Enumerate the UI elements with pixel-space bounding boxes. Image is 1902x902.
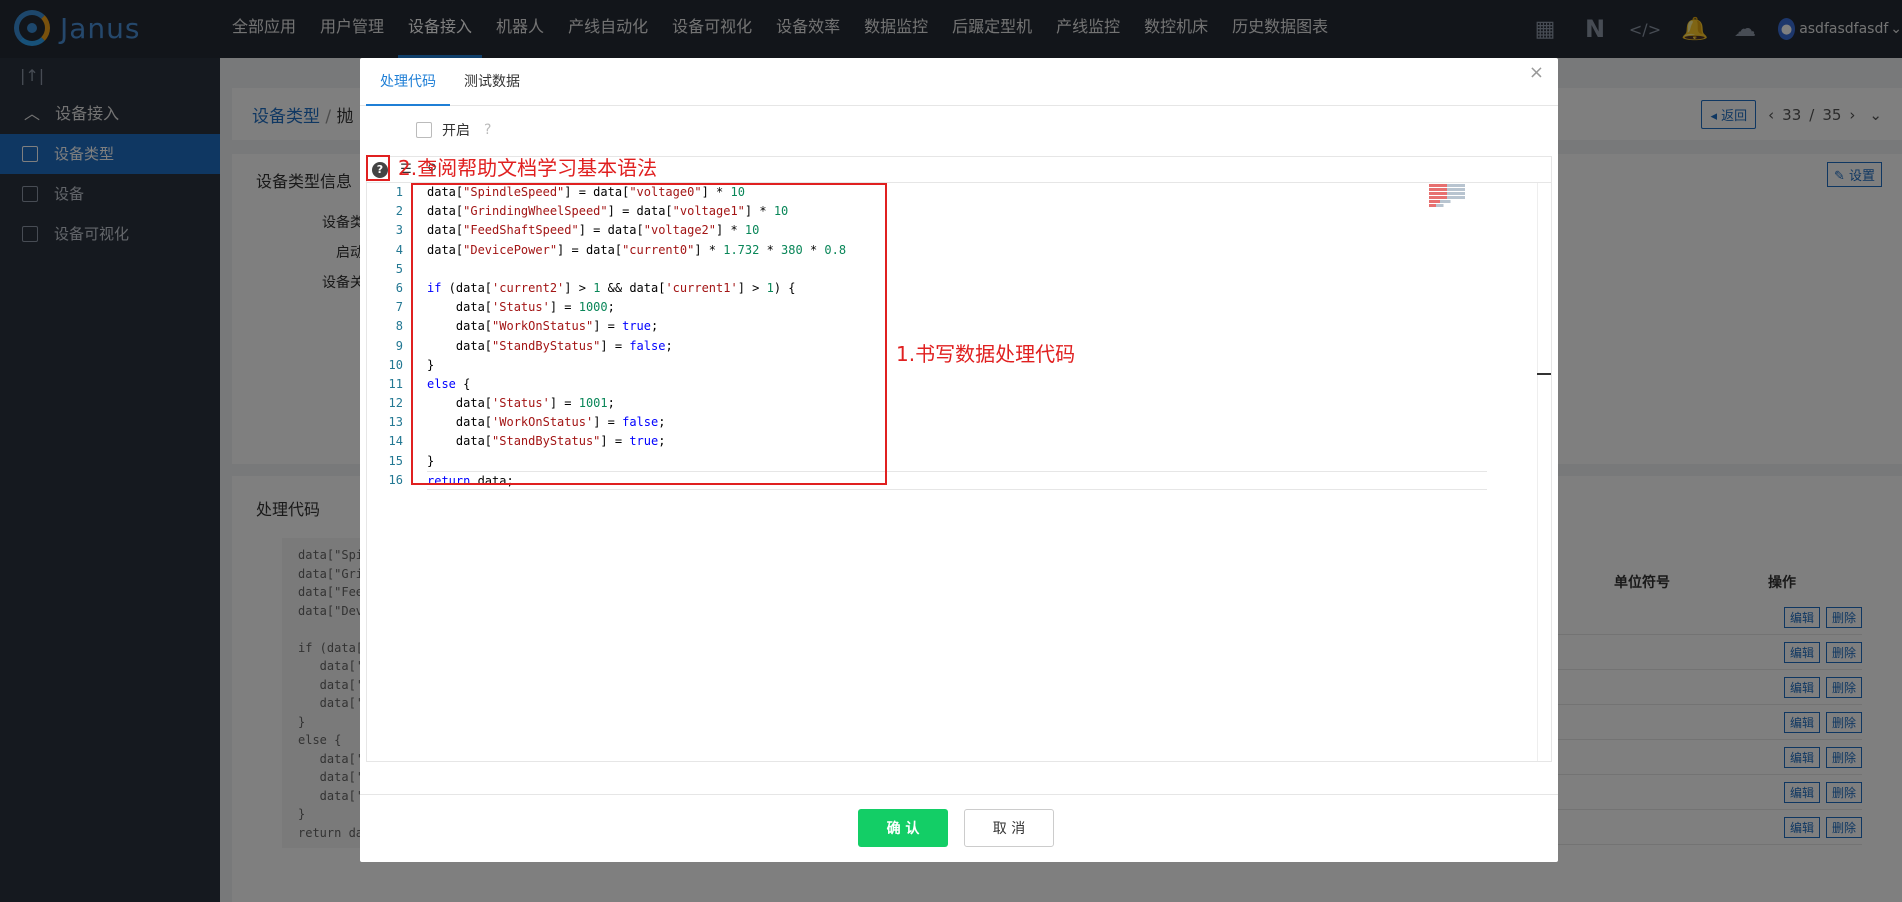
line-number: 7 <box>395 300 403 315</box>
line-number: 5 <box>395 261 403 276</box>
enable-label: 开启 <box>442 123 470 139</box>
line-number: 12 <box>388 396 403 411</box>
enable-checkbox[interactable] <box>416 122 432 138</box>
line-number: 15 <box>388 453 403 468</box>
cursor-marker <box>1537 373 1551 375</box>
cancel-button[interactable]: 取 消 <box>964 809 1054 847</box>
help-annotation-box <box>366 155 390 181</box>
line-number: 4 <box>395 242 403 257</box>
enable-row: 开启 ? <box>416 120 491 140</box>
line-number: 14 <box>388 434 403 449</box>
line-number: 10 <box>388 357 403 372</box>
line-number: 16 <box>388 472 403 487</box>
line-number: 9 <box>395 338 403 353</box>
line-number: 8 <box>395 319 403 334</box>
line-number: 6 <box>395 280 403 295</box>
line-number: 13 <box>388 415 403 430</box>
line-number: 2 <box>395 204 403 219</box>
modal-footer: 确 认 取 消 <box>360 794 1558 862</box>
line-number: 3 <box>395 223 403 238</box>
editor-scrollbar[interactable] <box>1537 183 1551 761</box>
minimap[interactable] <box>1429 183 1489 223</box>
line-number: 11 <box>388 376 403 391</box>
modal-tabs: 处理代码 测试数据 <box>360 58 1558 106</box>
tab-test-data[interactable]: 测试数据 <box>450 58 534 106</box>
help-annotation-text: 2.查阅帮助文档学习基本语法 <box>398 156 658 180</box>
tab-processing-code[interactable]: 处理代码 <box>366 58 450 106</box>
code-annotation-text: 1.书写数据处理代码 <box>896 342 1076 366</box>
line-number: 1 <box>395 185 403 199</box>
help-hint-icon[interactable]: ? <box>484 122 491 138</box>
code-annotation-box <box>411 183 887 485</box>
close-icon[interactable]: × <box>1529 62 1544 83</box>
confirm-button[interactable]: 确 认 <box>858 809 948 847</box>
line-number-gutter: 1 2 3 4 5 6 7 8 9 10 11 12 13 14 15 16 <box>367 183 407 761</box>
